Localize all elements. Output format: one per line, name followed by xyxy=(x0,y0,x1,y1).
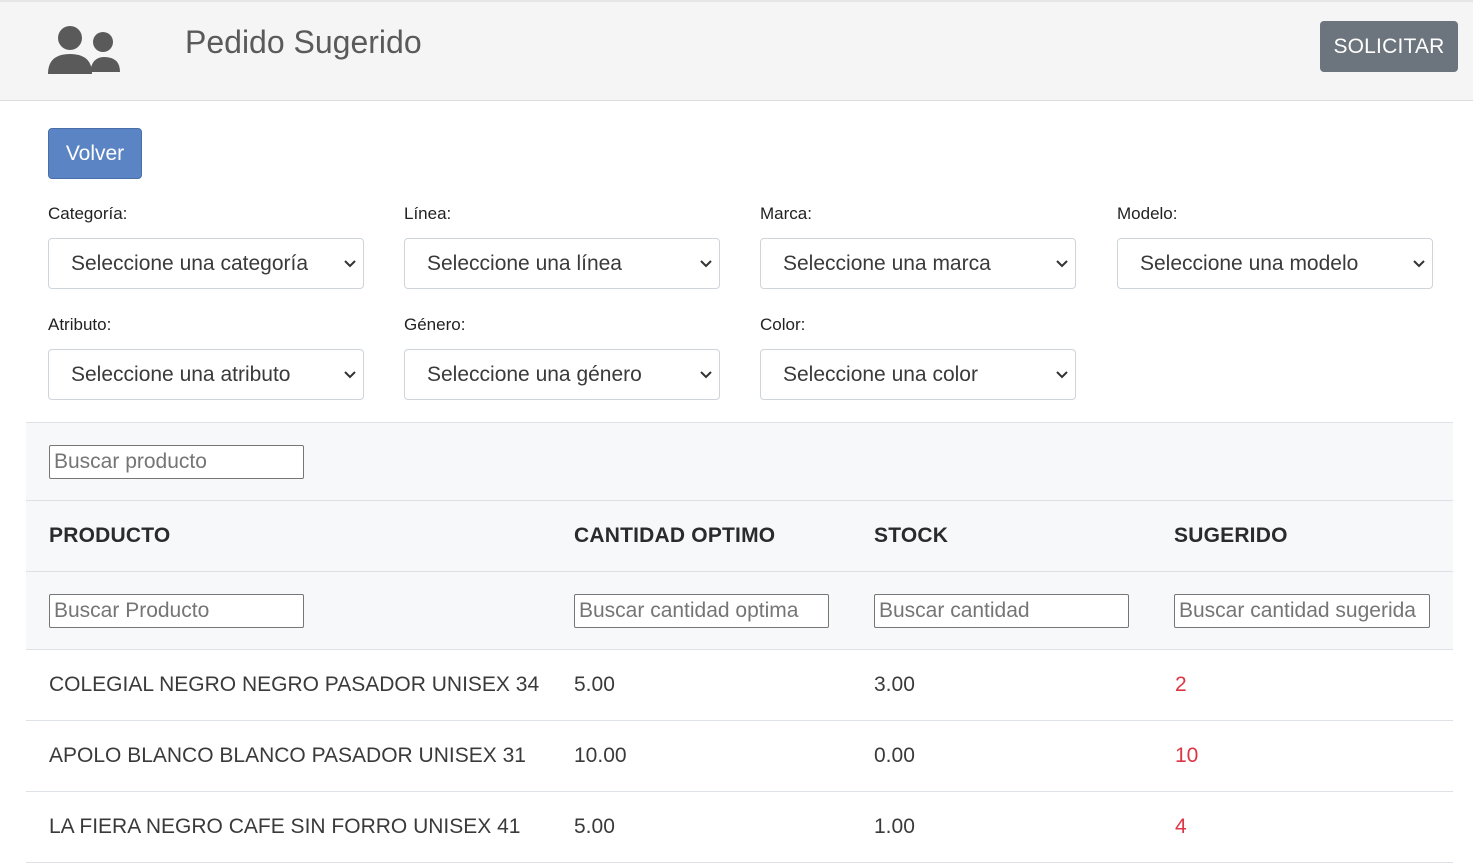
cell-cantidad-optimo: 10.00 xyxy=(574,744,627,767)
categoria-select[interactable]: Seleccione una categoría xyxy=(48,238,364,289)
chevron-down-icon xyxy=(1413,260,1425,268)
marca-select[interactable]: Seleccione una marca xyxy=(760,238,1076,289)
chevron-down-icon xyxy=(700,371,712,379)
chevron-down-icon xyxy=(1056,260,1068,268)
table-row[interactable]: COLEGIAL NEGRO NEGRO PASADOR UNISEX 34 5… xyxy=(26,650,1453,721)
modelo-select[interactable]: Seleccione una modelo xyxy=(1117,238,1433,289)
column-header-sugerido[interactable]: SUGERIDO xyxy=(1174,524,1288,548)
column-header-producto[interactable]: PRODUCTO xyxy=(49,524,170,548)
page-header: Pedido Sugerido SOLICITAR xyxy=(0,0,1473,101)
linea-select[interactable]: Seleccione una línea xyxy=(404,238,720,289)
global-search-bar xyxy=(26,423,1453,501)
atributo-select-value: Seleccione una atributo xyxy=(71,363,291,386)
cell-stock: 3.00 xyxy=(874,673,915,696)
color-select[interactable]: Seleccione una color xyxy=(760,349,1076,400)
solicitar-button[interactable]: SOLICITAR xyxy=(1320,21,1458,72)
volver-button[interactable]: Volver xyxy=(48,128,142,179)
table-row[interactable]: APOLO BLANCO BLANCO PASADOR UNISEX 31 10… xyxy=(26,721,1453,792)
categoria-select-value: Seleccione una categoría xyxy=(71,252,308,275)
chevron-down-icon xyxy=(344,260,356,268)
suggested-order-table: PRODUCTO CANTIDAD OPTIMO STOCK SUGERIDO … xyxy=(26,422,1453,867)
cell-producto: APOLO BLANCO BLANCO PASADOR UNISEX 31 xyxy=(49,744,526,767)
search-cantidad-sugerida-input[interactable] xyxy=(1174,594,1430,628)
users-icon xyxy=(48,26,120,74)
search-cantidad-input[interactable] xyxy=(874,594,1129,628)
cell-stock: 1.00 xyxy=(874,815,915,838)
table-row[interactable]: LA FIERA NEGRO CAFE SIN FORRO UNISEX 41 … xyxy=(26,792,1453,863)
genero-label: Género: xyxy=(404,315,466,334)
cell-stock: 0.00 xyxy=(874,744,915,767)
marca-label: Marca: xyxy=(760,204,812,223)
linea-select-value: Seleccione una línea xyxy=(427,252,622,275)
chevron-down-icon xyxy=(344,371,356,379)
cell-sugerido: 2 xyxy=(1175,673,1187,696)
global-search-input[interactable] xyxy=(49,445,304,479)
linea-label: Línea: xyxy=(404,204,452,223)
atributo-label: Atributo: xyxy=(48,315,112,334)
search-cantidad-optima-input[interactable] xyxy=(574,594,829,628)
categoria-label: Categoría: xyxy=(48,204,128,223)
cell-producto: COLEGIAL NEGRO NEGRO PASADOR UNISEX 34 xyxy=(49,673,540,696)
color-label: Color: xyxy=(760,315,806,334)
column-header-stock[interactable]: STOCK xyxy=(874,524,948,548)
cell-cantidad-optimo: 5.00 xyxy=(574,673,615,696)
modelo-select-value: Seleccione una modelo xyxy=(1140,252,1359,275)
cell-sugerido: 10 xyxy=(1175,744,1199,767)
modelo-label: Modelo: xyxy=(1117,204,1178,223)
marca-select-value: Seleccione una marca xyxy=(783,252,991,275)
genero-select-value: Seleccione una género xyxy=(427,363,642,386)
search-producto-input[interactable] xyxy=(49,594,304,628)
cell-sugerido: 4 xyxy=(1175,815,1187,838)
color-select-value: Seleccione una color xyxy=(783,363,978,386)
column-header-cantidad-optimo[interactable]: CANTIDAD OPTIMO xyxy=(574,524,775,548)
page-title: Pedido Sugerido xyxy=(185,24,422,60)
cell-cantidad-optimo: 5.00 xyxy=(574,815,615,838)
chevron-down-icon xyxy=(1056,371,1068,379)
cell-producto: LA FIERA NEGRO CAFE SIN FORRO UNISEX 41 xyxy=(49,815,521,838)
table-header: PRODUCTO CANTIDAD OPTIMO STOCK SUGERIDO xyxy=(26,501,1453,572)
column-search-row xyxy=(26,572,1453,650)
chevron-down-icon xyxy=(700,260,712,268)
genero-select[interactable]: Seleccione una género xyxy=(404,349,720,400)
atributo-select[interactable]: Seleccione una atributo xyxy=(48,349,364,400)
